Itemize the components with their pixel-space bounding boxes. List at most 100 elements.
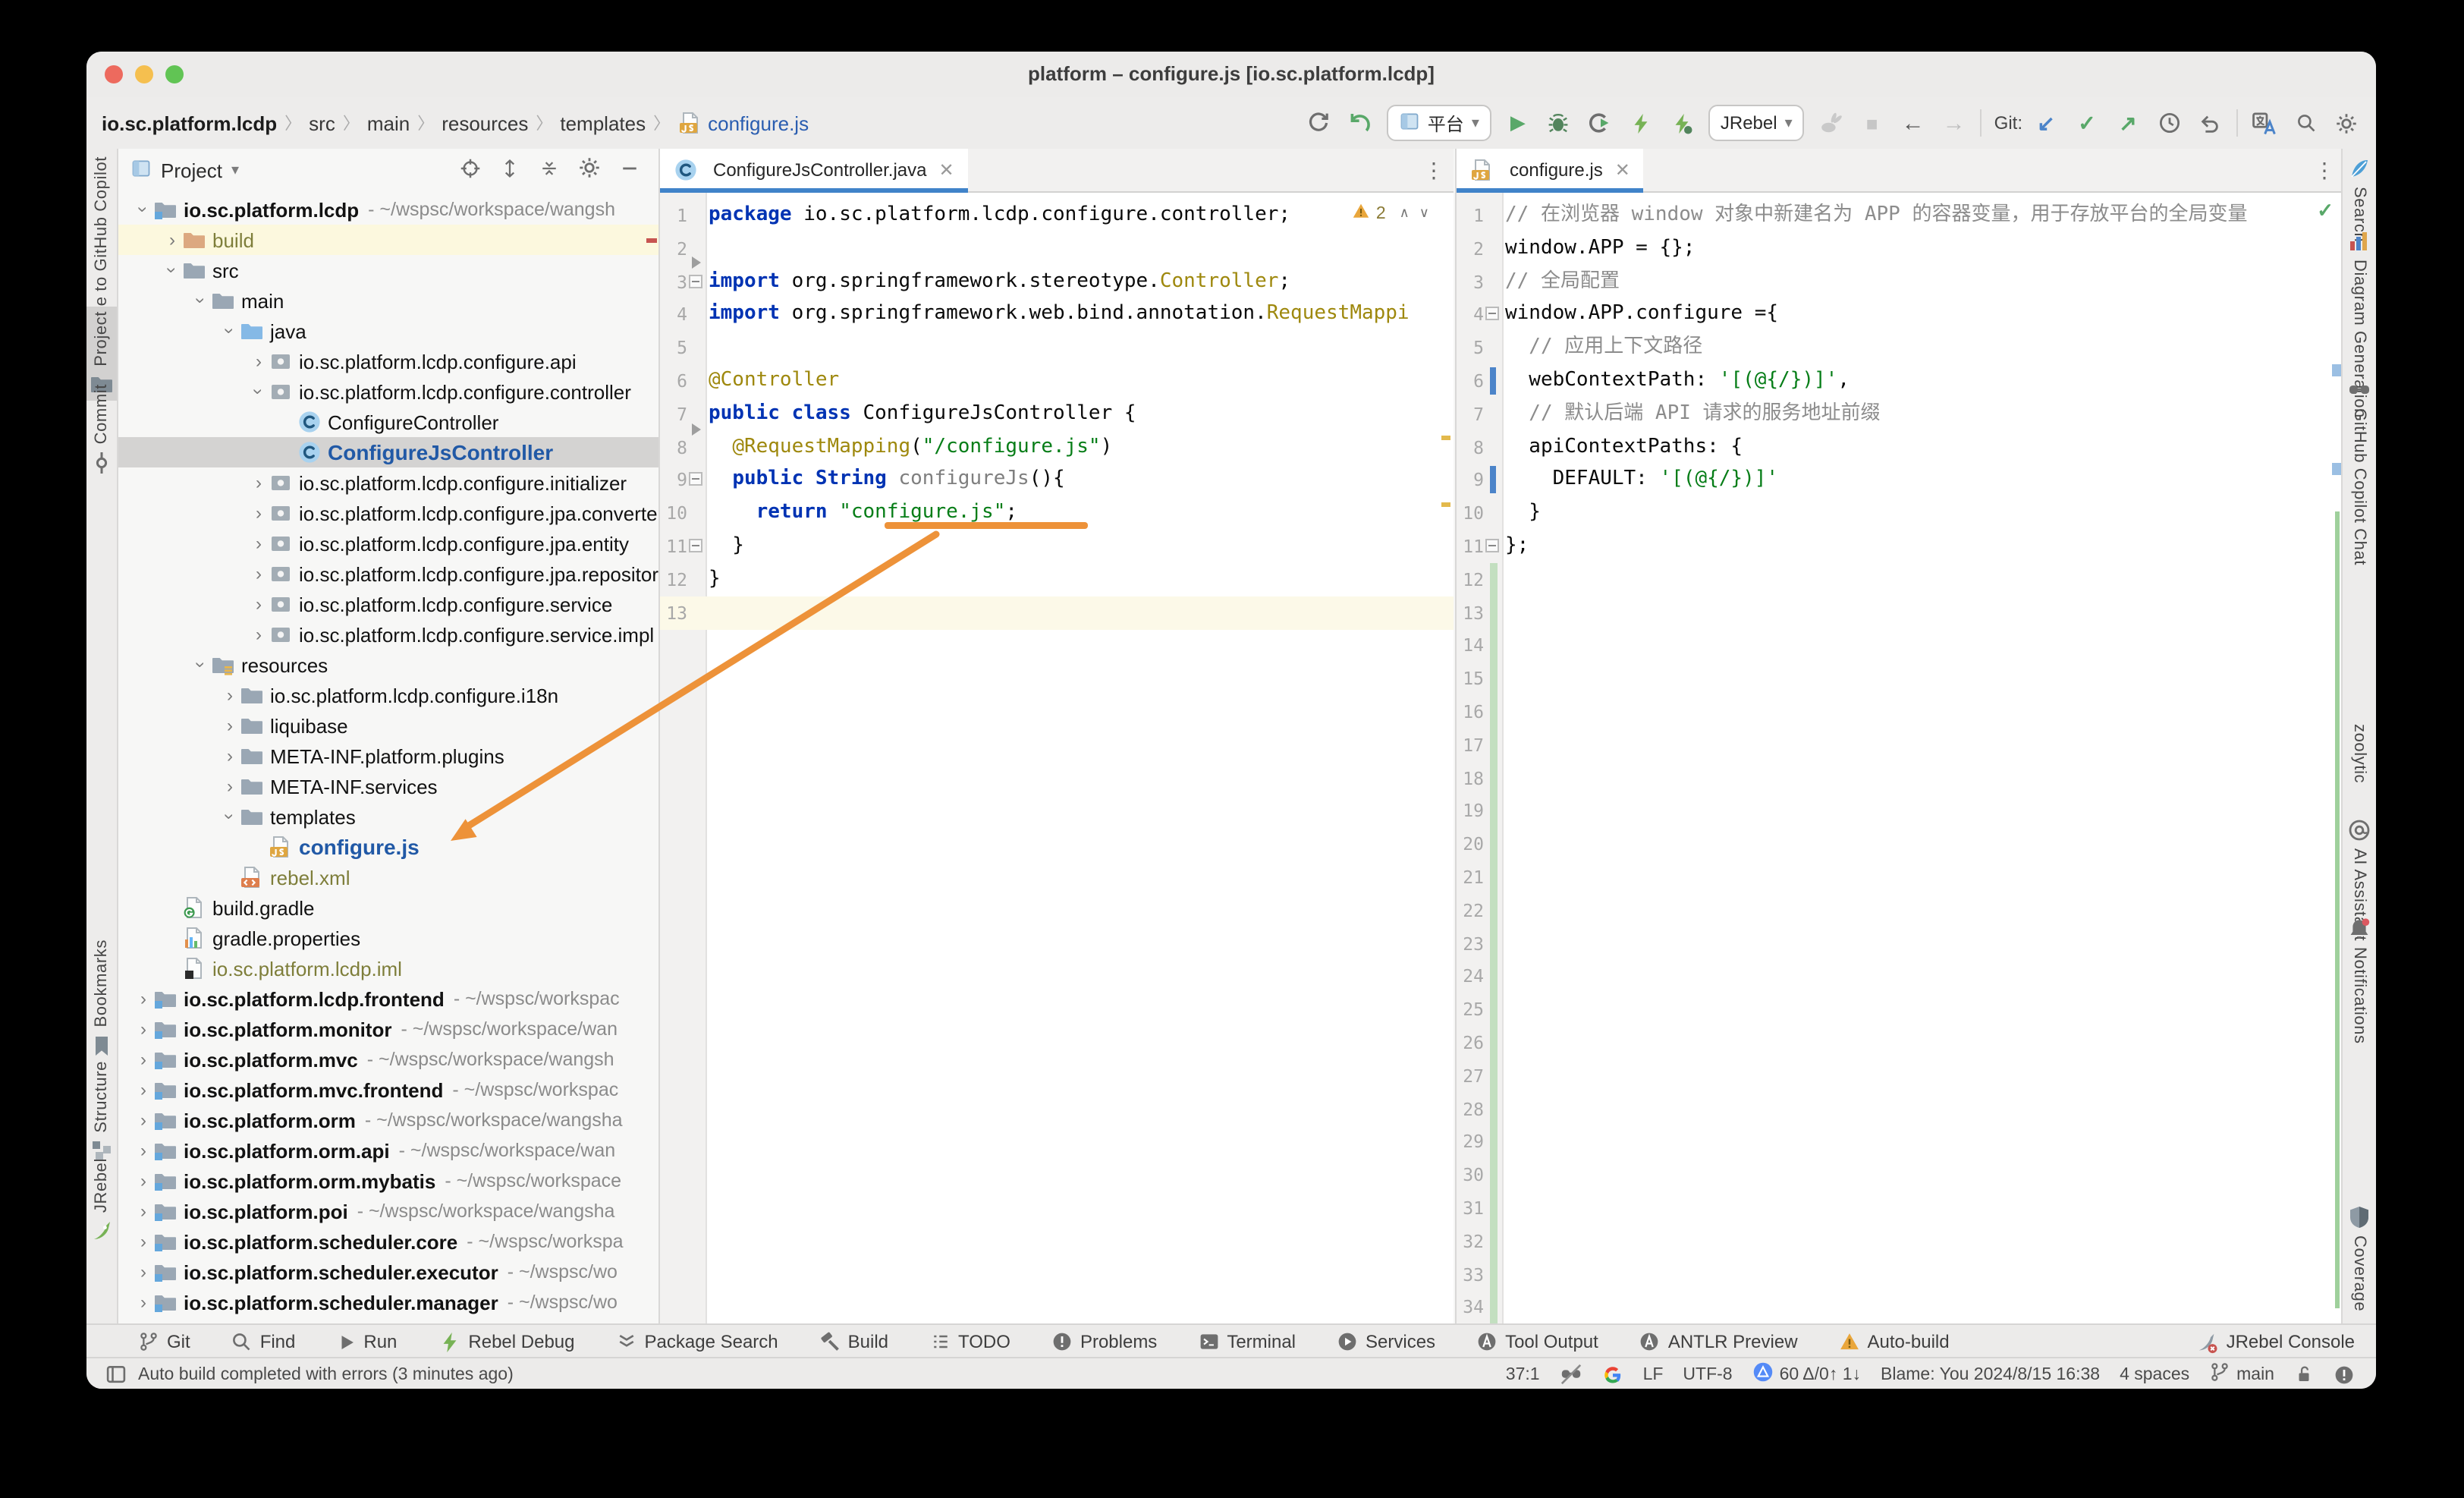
toolwindow-button-antlr-preview[interactable]: ANTLR Preview [1639,1331,1798,1352]
chevron-collapsed-icon[interactable]: › [249,563,269,584]
tree-row[interactable]: ›io.sc.platform.lcdp.configure.jpa.repos… [118,559,658,589]
code-line[interactable]: package io.sc.platform.lcdp.configure.co… [709,199,1454,232]
code-line[interactable]: @RequestMapping("/configure.js") [709,430,1454,464]
code-line[interactable]: } [1505,496,2344,530]
toolwindow-button-git[interactable]: Git [138,1331,190,1352]
chevron-collapsed-icon[interactable]: › [134,1018,153,1040]
chevron-collapsed-icon[interactable]: › [249,351,269,372]
no-problems-icon[interactable]: ✓ [2317,199,2334,223]
toolwindow-button-todo[interactable]: TODO [929,1331,1010,1352]
code-line[interactable] [1505,1291,2344,1323]
chevron-collapsed-icon[interactable]: › [220,745,240,766]
code-line[interactable]: window.APP = {}; [1505,232,2344,266]
code-line[interactable] [1505,993,2344,1026]
code-line[interactable]: public class ConfigureJsController { [709,398,1454,431]
status-message[interactable]: Auto build completed with errors (3 minu… [138,1358,514,1389]
sidebar-item-github-copilot-chat[interactable]: GitHub Copilot Chat [2343,373,2376,570]
code-line[interactable] [1505,596,2344,629]
chevron-expanded-icon[interactable]: › [190,291,212,310]
chevron-collapsed-icon[interactable]: › [134,1201,153,1222]
code-line[interactable] [1505,1092,2344,1125]
code-line[interactable] [709,596,1454,629]
breadcrumb-item[interactable]: templates [560,112,646,134]
project-view-title[interactable]: Project [161,159,222,181]
code-line[interactable] [1505,729,2344,762]
tree-row[interactable]: ›src [118,255,658,285]
chevron-collapsed-icon[interactable]: › [134,1079,153,1100]
code-line[interactable]: // 在浏览器 window 对象中新建名为 APP 的容器变量，用于存放平台的… [1505,199,2344,232]
sidebar-item-zoolytic[interactable]: zoolytic [2343,719,2376,788]
tree-row[interactable]: io.sc.platform.lcdp.iml [118,953,658,983]
exclamation-icon[interactable] [2334,1364,2355,1385]
tree-row[interactable]: ›build [118,225,658,255]
git-commit-button[interactable]: ✓ [2073,109,2101,137]
tree-row[interactable]: ›io.sc.platform.mvc.frontend- ~/wspsc/wo… [118,1075,658,1105]
code-line[interactable]: DEFAULT: '[(@{/})]' [1505,464,2344,497]
tree-row[interactable]: ›io.sc.platform.lcdp.configure.i18n [118,680,658,710]
jrebel-run-button[interactable] [1626,109,1655,137]
code-line[interactable]: // 默认后端 API 请求的服务地址前缀 [1505,398,2344,431]
breadcrumb-item[interactable]: src [309,112,335,134]
code-line[interactable]: import org.springframework.web.bind.anno… [709,298,1454,332]
chevron-collapsed-icon[interactable]: › [134,1261,153,1282]
breadcrumb-item[interactable]: resources [442,112,528,134]
code-line[interactable] [1505,1125,2344,1159]
sidebar-item-jrebel[interactable]: JRebel [86,1153,117,1248]
toolwindow-button-problems[interactable]: Problems [1051,1331,1157,1352]
chevron-collapsed-icon[interactable]: › [249,502,269,524]
google-icon[interactable] [1602,1364,1623,1385]
fold-marker-icon[interactable] [689,473,702,486]
sidebar-item-bookmarks[interactable]: Bookmarks [86,935,117,1062]
fold-marker-icon[interactable] [689,539,702,552]
editor-left-body[interactable]: 1package io.sc.platform.lcdp.configure.c… [660,193,1454,1323]
chevron-collapsed-icon[interactable]: › [134,1292,153,1313]
code-line[interactable] [1505,1257,2344,1291]
chevron-expanded-icon[interactable]: › [190,655,212,675]
close-icon[interactable]: ✕ [1615,159,1630,181]
code-line[interactable] [1505,1026,2344,1059]
debug-button[interactable] [1545,109,1573,137]
chevron-collapsed-icon[interactable]: › [249,624,269,645]
chevron-down-icon[interactable]: ▾ [231,162,239,178]
code-line[interactable] [1505,1191,2344,1225]
code-line[interactable] [1505,1225,2344,1258]
changes-summary[interactable]: 60 Δ/0↑ 1↓ [1752,1361,1861,1387]
file-encoding[interactable]: UTF-8 [1683,1365,1732,1383]
tree-row[interactable]: ›META-INF.platform.plugins [118,741,658,771]
toolwindow-button-package-search[interactable]: Package Search [616,1331,778,1352]
code-line[interactable]: }; [1505,530,2344,563]
chevron-expanded-icon[interactable]: › [219,807,240,826]
chevron-collapsed-icon[interactable]: › [134,1109,153,1131]
code-line[interactable] [1505,629,2344,662]
breadcrumb-item[interactable]: configure.js [708,112,809,134]
code-line[interactable]: window.APP.configure ={ [1505,298,2344,332]
tree-row[interactable]: ›META-INF.services [118,771,658,801]
breadcrumb-item[interactable]: io.sc.platform.lcdp [102,112,277,134]
chevron-collapsed-icon[interactable]: › [134,1140,153,1161]
code-line[interactable]: @Controller [709,364,1454,398]
toolwindow-button-build[interactable]: Build [819,1331,888,1352]
chevron-collapsed-icon[interactable]: › [249,593,269,615]
tree-row[interactable]: ›io.sc.platform.scheduler.manager- ~/wsp… [118,1287,658,1317]
tree-row[interactable]: ›io.sc.platform.lcdp.configure.api [118,346,658,376]
close-icon[interactable]: ✕ [939,159,954,181]
chevron-collapsed-icon[interactable]: › [134,1231,153,1252]
git-push-button[interactable]: ↗ [2114,109,2142,137]
toolwindow-button-terminal[interactable]: Terminal [1198,1331,1296,1352]
copilot-disabled-icon[interactable] [1560,1363,1582,1386]
tree-row[interactable]: ›io.sc.platform.lcdp.configure.jpa.conve… [118,498,658,528]
title-bar[interactable]: platform – configure.js [io.sc.platform.… [86,52,2376,97]
chevron-collapsed-icon[interactable]: › [134,988,153,1009]
chevron-collapsed-icon[interactable]: › [220,715,240,736]
code-line[interactable] [1505,927,2344,960]
chevron-expanded-icon[interactable]: › [133,200,154,219]
code-line[interactable]: } [709,563,1454,596]
run-button[interactable]: ▶ [1504,109,1532,137]
editor-right-body[interactable]: 1// 在浏览器 window 对象中新建名为 APP 的容器变量，用于存放平台… [1457,193,2344,1323]
jrebel-debug-button[interactable] [1667,109,1696,137]
locate-file-icon[interactable] [460,157,481,183]
collapse-all-icon[interactable] [539,157,560,183]
git-branch[interactable]: main [2209,1361,2274,1387]
sidebar-item-commit[interactable]: Commit [86,379,117,479]
code-line[interactable]: // 全局配置 [1505,265,2344,298]
